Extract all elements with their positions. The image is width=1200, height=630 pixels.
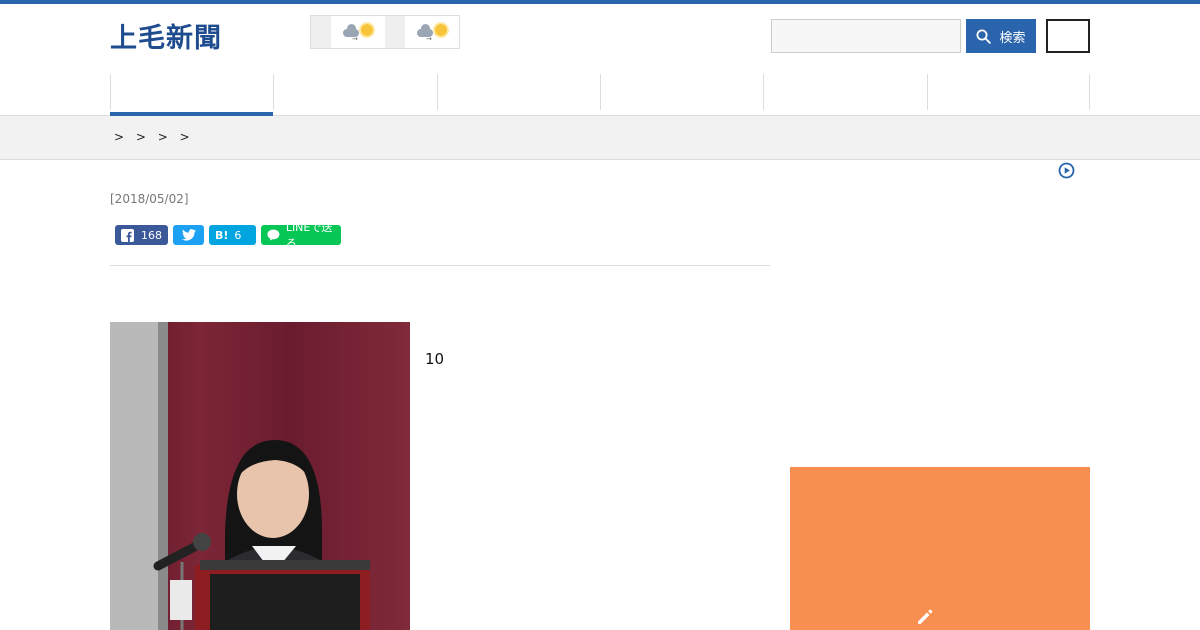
twitter-share-button[interactable] (173, 225, 204, 245)
article-header-divider (110, 265, 770, 266)
line-icon (267, 229, 280, 241)
article-body: 10 (425, 322, 765, 372)
hatena-bookmark-icon: B! (215, 228, 229, 242)
breadcrumb-separator: > (114, 130, 125, 144)
nav-item-2[interactable] (273, 74, 436, 115)
pencil-icon (918, 609, 933, 624)
facebook-share-count: 168 (141, 228, 162, 242)
breadcrumb-separator: > (179, 130, 190, 144)
hatena-bookmark-count: 6 (234, 228, 242, 242)
nav-item-5[interactable] (763, 74, 926, 115)
article-photo[interactable] (110, 322, 410, 630)
speaker-photo-illustration (110, 322, 410, 630)
breadcrumb: > > > > (110, 130, 194, 144)
weather-widget[interactable]: → → (310, 15, 460, 49)
main-nav (0, 74, 1200, 116)
breadcrumb-separator: > (157, 130, 168, 144)
nav-active-indicator (110, 112, 274, 116)
cloudy-then-sunny-icon: → (415, 22, 449, 43)
search-button-label: 検索 (999, 30, 1026, 46)
weather-tomorrow[interactable]: → (405, 16, 459, 48)
search-icon (976, 29, 992, 44)
hatena-bookmark-button[interactable]: B! 6 (209, 225, 256, 245)
search-input[interactable] (771, 19, 961, 53)
cloudy-then-sunny-icon: → (341, 22, 375, 43)
facebook-share-button[interactable]: 168 (115, 225, 168, 245)
search-button[interactable]: 検索 (966, 19, 1036, 53)
article-paragraph: 10 (425, 350, 445, 368)
article-header: [2018/05/02] 168 B! 6 LINEで送る (110, 190, 770, 266)
line-share-label: LINEで送る (285, 221, 333, 250)
twitter-bird-icon (181, 229, 196, 241)
breadcrumb-separator: > (135, 130, 146, 144)
weather-today[interactable]: → (331, 16, 385, 48)
site-header: 上毛新聞 → → 検索 (0, 4, 1200, 74)
line-share-button[interactable]: LINEで送る (261, 221, 341, 250)
facebook-icon (121, 228, 134, 242)
advertisement-banner[interactable] (790, 467, 1090, 630)
play-circle-icon[interactable] (1058, 162, 1075, 179)
nav-item-3[interactable] (436, 74, 600, 115)
weather-spacer (385, 16, 405, 48)
nav-item-4[interactable] (599, 74, 763, 115)
share-buttons: 168 B! 6 LINEで送る (115, 221, 770, 250)
article-date: [2018/05/02] (110, 192, 189, 206)
nav-item-6[interactable] (926, 74, 1091, 115)
site-logo[interactable]: 上毛新聞 (110, 16, 222, 55)
menu-button[interactable] (1046, 19, 1090, 53)
weather-spacer (311, 16, 331, 48)
nav-item-top[interactable] (110, 74, 274, 116)
